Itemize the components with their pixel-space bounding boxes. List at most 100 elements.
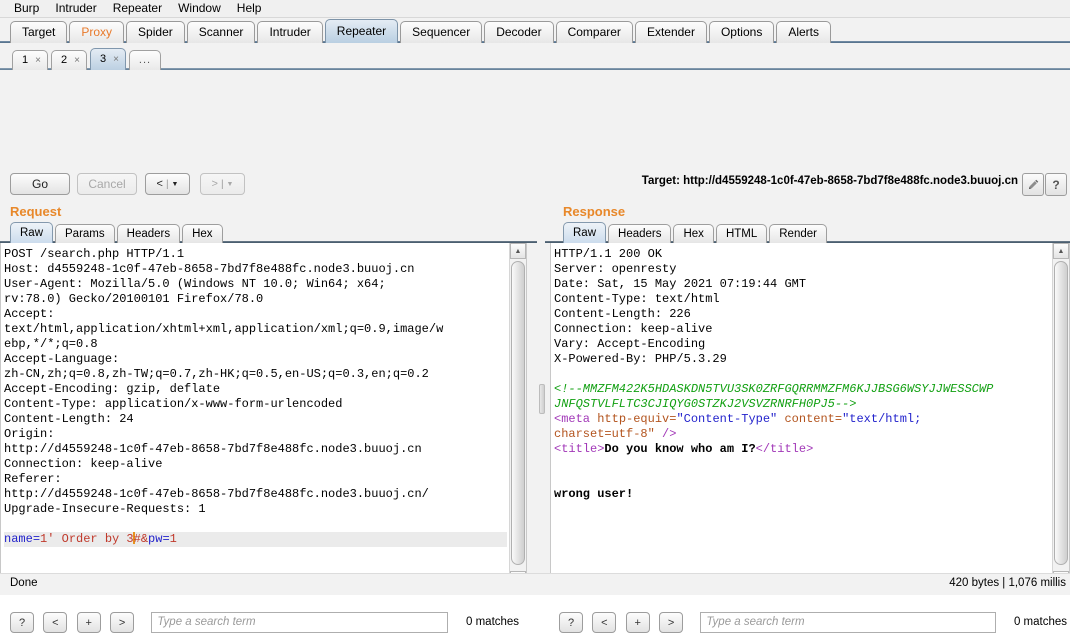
request-find-next-button[interactable]: >: [110, 612, 135, 633]
tab-spider[interactable]: Spider: [126, 21, 185, 43]
repeater-tab-1[interactable]: 1 ×: [12, 50, 48, 70]
request-tab-params[interactable]: Params: [55, 224, 115, 243]
scroll-up-icon[interactable]: ▲: [1053, 243, 1069, 259]
response-find-add-button[interactable]: +: [625, 612, 650, 633]
tab-comparer[interactable]: Comparer: [555, 21, 633, 43]
button-separator: |: [220, 178, 224, 190]
response-match-count: 0 matches: [1013, 616, 1067, 628]
response-meta-val3: charset=utf-8": [554, 427, 655, 441]
forward-button[interactable]: > | ▼: [200, 173, 245, 195]
target-label: Target: http://d4559248-1c0f-47eb-8658-7…: [641, 175, 1018, 187]
request-body-param1-name: name: [4, 532, 33, 546]
tab-extender[interactable]: Extender: [634, 21, 707, 43]
response-find-help-button[interactable]: ?: [559, 612, 583, 633]
response-meta-attr1: http-equiv=: [590, 412, 677, 426]
response-tab-html[interactable]: HTML: [715, 224, 768, 243]
cancel-button[interactable]: Cancel: [77, 173, 137, 195]
request-find-help-button[interactable]: ?: [10, 612, 34, 633]
request-search-input[interactable]: Type a search term: [151, 612, 449, 633]
repeater-tab-3-label: 3: [99, 53, 107, 65]
menu-item-repeater[interactable]: Repeater: [105, 0, 170, 17]
request-body-amp: &: [140, 532, 149, 546]
response-meta-attr2: content=: [777, 412, 843, 426]
status-bar: Done 420 bytes | 1,076 millis: [0, 573, 1070, 595]
tab-alerts[interactable]: Alerts: [776, 21, 832, 43]
response-title-open: <title>: [554, 442, 605, 456]
request-tab-headers[interactable]: Headers: [116, 224, 181, 243]
response-find-prev-button[interactable]: <: [592, 612, 617, 633]
response-tab-headers[interactable]: Headers: [608, 224, 672, 243]
request-scrollbar[interactable]: ▲ ▼: [509, 243, 526, 587]
request-title: Request: [10, 204, 62, 219]
menu-item-burp[interactable]: Burp: [6, 0, 47, 17]
close-icon[interactable]: ×: [113, 49, 119, 70]
request-body-eq: =: [32, 532, 41, 546]
request-scroll-thumb[interactable]: [511, 261, 525, 565]
request-tab-raw[interactable]: Raw: [10, 222, 54, 243]
response-search-input[interactable]: Type a search term: [700, 612, 997, 633]
menu-item-intruder[interactable]: Intruder: [47, 0, 104, 17]
go-button[interactable]: Go: [10, 173, 70, 195]
scroll-up-icon[interactable]: ▲: [510, 243, 526, 259]
chevron-right-icon: >: [211, 178, 218, 190]
response-tab-raw[interactable]: Raw: [563, 222, 607, 243]
repeater-tab-bar: 1 × 2 × 3 × ...: [0, 46, 1070, 70]
close-icon[interactable]: ×: [35, 51, 41, 70]
request-pane: Request Raw Params Headers Hex POST /sea…: [0, 204, 537, 588]
response-find-bar: ? < + > Type a search term: [559, 612, 997, 635]
request-find-add-button[interactable]: +: [76, 612, 101, 633]
repeater-tab-new[interactable]: ...: [128, 50, 162, 70]
repeater-tab-2-label: 2: [60, 54, 68, 66]
request-body-param1-value: 1' Order by 3: [40, 532, 134, 546]
request-editor-container: POST /search.php HTTP/1.1 Host: d4559248…: [0, 243, 527, 588]
response-tab-hex[interactable]: Hex: [673, 224, 714, 243]
response-comment-line2: JNFQSTVLFLTC3CJIQYG0STZKJ2VSVZRNRFH0PJ5-…: [554, 397, 857, 411]
tab-intruder[interactable]: Intruder: [257, 21, 323, 43]
response-find-next-button[interactable]: >: [659, 612, 684, 633]
request-body-eq2: =: [162, 532, 170, 546]
edit-target-button[interactable]: [1022, 173, 1044, 196]
response-editor[interactable]: HTTP/1.1 200 OK Server: openresty Date: …: [551, 243, 1053, 587]
request-body-after-caret: #: [133, 532, 141, 546]
pencil-icon: [1028, 179, 1038, 189]
response-tab-render[interactable]: Render: [769, 224, 827, 243]
response-tab-bar: Raw Headers Hex HTML Render: [545, 222, 1070, 243]
status-message: Done: [10, 577, 38, 589]
request-match-count: 0 matches: [466, 616, 520, 628]
response-editor-container: HTTP/1.1 200 OK Server: openresty Date: …: [550, 243, 1070, 588]
request-body-param2-name: pw: [148, 532, 163, 546]
tab-decoder[interactable]: Decoder: [484, 21, 554, 43]
tab-proxy[interactable]: Proxy: [69, 21, 125, 43]
request-editor[interactable]: POST /search.php HTTP/1.1 Host: d4559248…: [1, 243, 510, 587]
repeater-tab-3[interactable]: 3 ×: [89, 48, 126, 70]
tab-sequencer[interactable]: Sequencer: [400, 21, 483, 43]
repeater-tab-2[interactable]: 2 ×: [50, 50, 87, 70]
response-message: wrong user!: [554, 487, 634, 501]
response-meta-val1: "Content-Type": [676, 412, 778, 426]
close-icon[interactable]: ×: [74, 51, 80, 70]
response-scroll-thumb[interactable]: [1054, 261, 1068, 565]
response-meta-close: />: [654, 427, 677, 441]
pane-splitter[interactable]: [537, 204, 545, 604]
burp-suite-window: Burp Intruder Repeater Window Help Targe…: [0, 0, 1070, 633]
back-button[interactable]: < | ▼: [145, 173, 190, 195]
response-comment-line1: <!--MMZFM422K5HDASKDN5TVU3SK0ZRFGQRRMMZF…: [554, 382, 994, 396]
chevron-down-icon[interactable]: ▼: [172, 181, 179, 188]
menu-item-window[interactable]: Window: [170, 0, 229, 17]
response-scrollbar[interactable]: ▲ ▼: [1052, 243, 1069, 587]
tab-repeater[interactable]: Repeater: [324, 19, 399, 43]
response-title-text: Do you know who am I?: [604, 442, 756, 456]
request-tab-bar: Raw Params Headers Hex: [0, 222, 537, 243]
button-separator: |: [165, 178, 169, 190]
target-help-button[interactable]: ?: [1045, 173, 1067, 196]
tab-scanner[interactable]: Scanner: [186, 21, 256, 43]
tab-options[interactable]: Options: [708, 21, 775, 43]
response-meta-val2: "text/html;: [842, 412, 922, 426]
request-tab-hex[interactable]: Hex: [182, 224, 223, 243]
request-find-prev-button[interactable]: <: [43, 612, 68, 633]
chevron-down-icon[interactable]: ▼: [227, 181, 234, 188]
tab-target[interactable]: Target: [10, 21, 68, 43]
menu-item-help[interactable]: Help: [229, 0, 270, 17]
repeater-content: Go Cancel < | ▼ > | ▼ Target: http://d45…: [0, 70, 1070, 633]
response-title: Response: [563, 204, 626, 219]
